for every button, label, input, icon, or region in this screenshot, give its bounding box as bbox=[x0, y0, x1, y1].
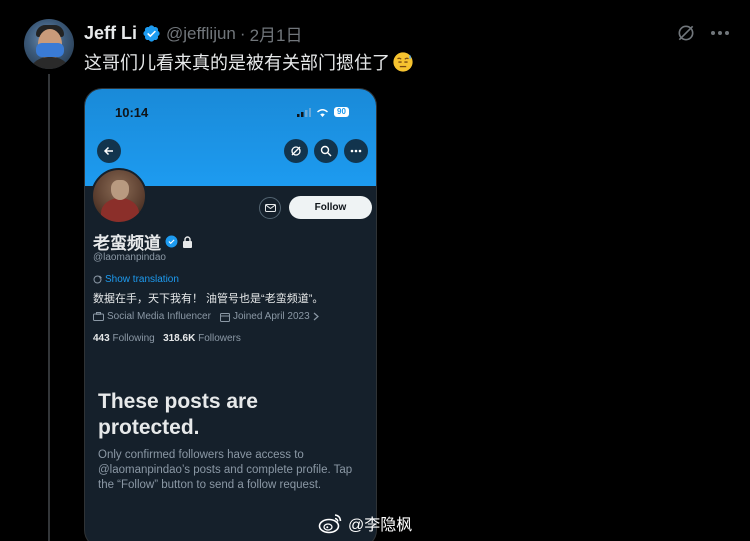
thread-line bbox=[48, 74, 50, 541]
search-button[interactable] bbox=[314, 139, 338, 163]
profile-name-row: 老蛮频道 bbox=[93, 229, 193, 254]
weibo-icon bbox=[318, 514, 342, 534]
message-button[interactable] bbox=[259, 197, 281, 219]
protected-body: Only confirmed followers have access to … bbox=[98, 449, 353, 491]
calendar-icon bbox=[219, 312, 230, 322]
more-icon[interactable] bbox=[710, 30, 730, 36]
tweet-text-row: 这哥们儿看来真的是被有关部门摁住了 bbox=[84, 49, 414, 75]
followers-stat[interactable]: 318.6K Followers bbox=[163, 333, 241, 344]
following-label: Following bbox=[112, 333, 155, 344]
show-translation-link[interactable]: Show translation bbox=[93, 274, 179, 285]
status-icons: 90 bbox=[297, 107, 349, 117]
grok-button[interactable] bbox=[284, 139, 308, 163]
tweet-text: 这哥们儿看来真的是被有关部门摁住了 bbox=[84, 53, 390, 73]
battery-level: 90 bbox=[334, 107, 349, 117]
tweet-header: Jeff Li @jefflijun · 2月1日 bbox=[84, 21, 302, 46]
followers-label: Followers bbox=[198, 333, 241, 344]
verified-badge-icon bbox=[143, 25, 160, 42]
following-count: 443 bbox=[93, 333, 110, 344]
tweet-date[interactable]: 2月1日 bbox=[250, 21, 303, 46]
author-handle[interactable]: @jefflijun bbox=[166, 24, 236, 44]
back-button[interactable] bbox=[97, 139, 121, 163]
profile-bio: 数据在手，天下我有！ 油管号也是“老蛮频道”。 bbox=[93, 293, 324, 305]
signal-icon bbox=[297, 107, 311, 117]
author-avatar[interactable] bbox=[24, 19, 74, 69]
mail-icon bbox=[264, 204, 276, 212]
show-translation-label: Show translation bbox=[105, 274, 179, 285]
search-icon bbox=[320, 145, 332, 157]
profile-meta: Social Media Influencer Joined April 202… bbox=[93, 311, 319, 322]
followers-count: 318.6K bbox=[163, 333, 196, 344]
more-button[interactable] bbox=[344, 139, 368, 163]
watermark-text: @李隐枫 bbox=[348, 517, 413, 534]
back-arrow-icon bbox=[103, 146, 113, 156]
verified-badge-icon bbox=[165, 235, 178, 248]
grok-icon[interactable] bbox=[676, 23, 696, 43]
profile-avatar[interactable] bbox=[91, 168, 147, 224]
more-icon bbox=[350, 149, 362, 153]
profile-joined: Joined April 2023 bbox=[232, 311, 310, 322]
lock-icon bbox=[183, 235, 192, 248]
wifi-icon bbox=[316, 108, 329, 117]
profile-stats: 443 Following 318.6K Followers bbox=[93, 333, 241, 344]
separator-dot: · bbox=[239, 23, 246, 43]
protected-title: These posts are protected. bbox=[98, 390, 258, 439]
attached-screenshot[interactable]: 10:14 90 Follow 老蛮频道 @laomanpindao Show … bbox=[84, 88, 377, 541]
grok-icon bbox=[291, 146, 301, 156]
downcast-face-emoji bbox=[393, 52, 413, 72]
profile-handle: @laomanpindao bbox=[93, 252, 166, 263]
profile-category: Social Media Influencer bbox=[107, 311, 211, 322]
following-stat[interactable]: 443 Following bbox=[93, 333, 155, 344]
briefcase-icon bbox=[93, 312, 104, 321]
status-time: 10:14 bbox=[115, 105, 149, 120]
translate-icon bbox=[93, 275, 102, 284]
profile-display-name: 老蛮频道 bbox=[93, 234, 161, 253]
chevron-right-icon bbox=[313, 312, 319, 321]
follow-button[interactable]: Follow bbox=[289, 196, 372, 219]
author-name[interactable]: Jeff Li bbox=[84, 23, 137, 44]
weibo-watermark: @李隐枫 bbox=[318, 511, 412, 535]
